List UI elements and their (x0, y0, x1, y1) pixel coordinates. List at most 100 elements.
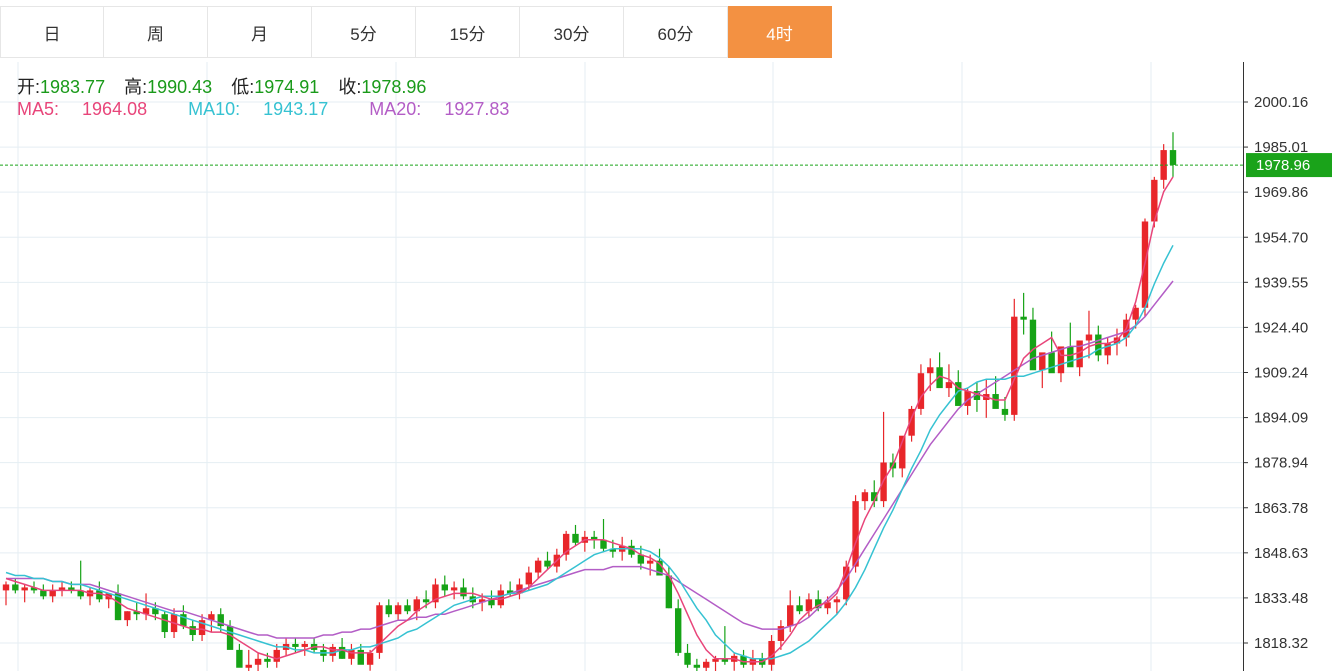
current-price-tag: 1978.96 (1246, 153, 1332, 178)
open-value: 1983.77 (40, 77, 106, 97)
candle-body (357, 649, 364, 665)
candle-body (693, 664, 701, 668)
ma20-label: MA20: (369, 99, 422, 119)
candle-body (852, 501, 859, 567)
candle-body (544, 560, 551, 567)
candle-body (49, 590, 56, 597)
candle-series (2, 132, 1177, 671)
candle-body (40, 590, 47, 597)
candle-body (12, 584, 19, 591)
ohlc-readout: 开:1983.77 高:1990.43 低:1974.91 收:1978.96 (17, 73, 440, 99)
candle-body (1020, 316, 1027, 320)
price-tick-label: 1954.70 (1254, 229, 1308, 246)
period-tabs: 日 周 月 5分 15分 30分 60分 4时 (0, 6, 832, 58)
price-tick-label: 2000.16 (1254, 94, 1308, 111)
candle-body (441, 584, 448, 591)
candle-body (385, 605, 392, 615)
candle-body (1169, 150, 1177, 165)
candle-body (338, 646, 346, 659)
price-tick-label: 1878.94 (1254, 455, 1308, 472)
candle-body (21, 587, 28, 591)
candle-body (703, 661, 710, 668)
close-value: 1978.96 (361, 77, 427, 97)
ma-readout: MA5: 1964.08 MA10: 1943.17 MA20: 1927.83 (17, 99, 545, 120)
price-tick-label: 1818.32 (1254, 635, 1308, 652)
candle-body (236, 649, 243, 668)
candle-body (450, 587, 458, 591)
candle-body (292, 643, 299, 647)
candle-body (684, 652, 691, 665)
candle-body (404, 605, 411, 612)
candle-body (422, 599, 430, 603)
ma20-readout: MA20: 1927.83 (369, 99, 527, 119)
low-label: 低: (231, 77, 255, 97)
candle-body (245, 664, 252, 668)
candle-body (646, 560, 654, 564)
candle-body (189, 626, 196, 636)
candle-body (460, 587, 467, 597)
candle-body (1029, 319, 1037, 371)
ma10-readout: MA10: 1943.17 (188, 99, 346, 119)
candle-body (329, 646, 336, 656)
candle-body (833, 599, 841, 603)
candle-body (1085, 334, 1093, 341)
price-tick-label: 1894.09 (1254, 410, 1308, 427)
candle-body (572, 533, 579, 543)
candle-body (273, 649, 280, 662)
candle-body (254, 658, 262, 665)
candle-body (394, 605, 402, 615)
price-tick-label: 1939.55 (1254, 274, 1308, 291)
candle-body (2, 584, 10, 591)
ma5-value: 1964.08 (82, 99, 148, 119)
low-value: 1974.91 (254, 77, 320, 97)
candle-body (992, 394, 999, 409)
chart-grid (0, 62, 1244, 671)
price-tick-label: 1863.78 (1254, 500, 1308, 517)
candle-body (1067, 346, 1074, 368)
tab-4hour[interactable]: 4时 (728, 6, 832, 58)
candle-body (161, 614, 168, 633)
high-label: 高: (124, 77, 148, 97)
price-tick-label: 1833.48 (1254, 590, 1308, 607)
tab-day[interactable]: 日 (0, 6, 104, 58)
candle-body (525, 572, 533, 585)
tab-30min[interactable]: 30分 (520, 6, 624, 58)
candle-body (366, 652, 374, 665)
candle-body (787, 605, 794, 627)
ma10-line (5, 244, 1174, 660)
candle-body (1011, 316, 1018, 415)
ma10-label: MA10: (188, 99, 241, 119)
candle-body (124, 611, 131, 621)
candle-body (945, 382, 953, 389)
tab-week[interactable]: 周 (104, 6, 208, 58)
tab-15min[interactable]: 15分 (416, 6, 520, 58)
candle-body (796, 605, 803, 612)
tab-month[interactable]: 月 (208, 6, 312, 58)
candle-body (226, 626, 234, 650)
high-value: 1990.43 (147, 77, 213, 97)
ma5-readout: MA5: 1964.08 (17, 99, 165, 119)
ma5-label: MA5: (17, 99, 60, 119)
ma20-value: 1927.83 (444, 99, 510, 119)
ma-lines (5, 176, 1174, 663)
candle-body (264, 658, 271, 662)
candle-body (301, 643, 308, 647)
candle-body (534, 560, 542, 573)
tab-60min[interactable]: 60分 (624, 6, 728, 58)
ma5-line (5, 176, 1174, 663)
ma10-value: 1943.17 (263, 99, 329, 119)
candle-body (348, 649, 355, 659)
price-tick-label: 1848.63 (1254, 545, 1308, 562)
ma20-line (6, 280, 1174, 639)
price-tick-label: 1909.24 (1254, 365, 1308, 382)
price-tick-label: 1924.40 (1254, 319, 1308, 336)
price-tick-label: 1969.86 (1254, 184, 1308, 201)
candle-body (1001, 408, 1009, 415)
tab-5min[interactable]: 5分 (312, 6, 416, 58)
close-label: 收: (338, 77, 362, 97)
candle-body (861, 492, 869, 502)
candle-body (674, 608, 682, 653)
candle-body (927, 367, 934, 374)
open-label: 开: (17, 77, 41, 97)
candle-body (1048, 352, 1055, 374)
